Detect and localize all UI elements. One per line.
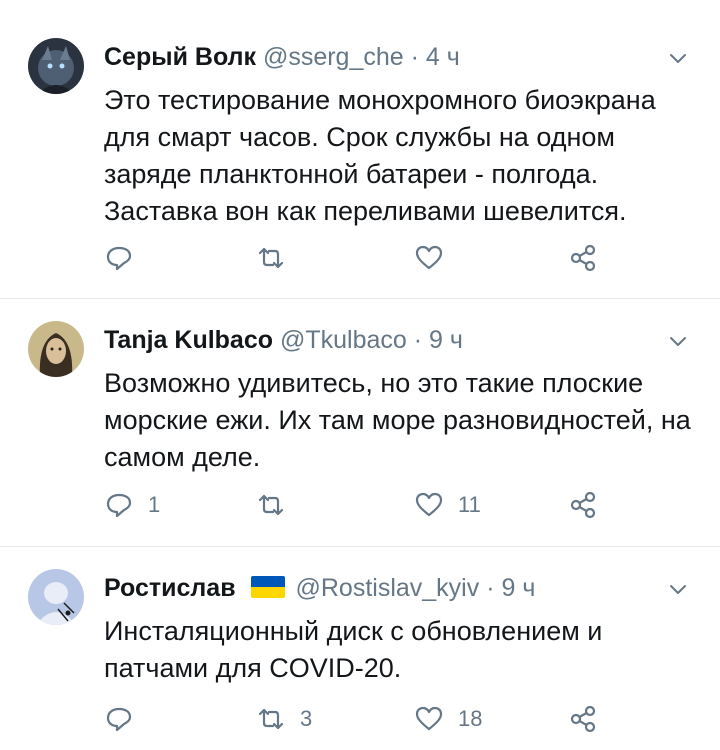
tweet-2[interactable]: Tanja Kulbaco @Tkulbaco · 9 ч Возможно у… [0, 299, 720, 545]
heart-icon [415, 706, 443, 731]
like-count: 18 [458, 706, 483, 731]
tweet-header: Ростислав @Rostislav_kyiv · 9 ч [104, 571, 660, 605]
author-handle[interactable]: @Tkulbaco [280, 326, 407, 354]
reply-count: 1 [148, 492, 161, 517]
reply-icon [106, 707, 132, 732]
chevron-down-icon[interactable] [666, 577, 690, 601]
retweet-button[interactable] [256, 487, 300, 523]
avatar[interactable] [28, 38, 84, 94]
retweet-button[interactable]: 3 [256, 701, 312, 737]
separator-dot: · [413, 326, 423, 354]
timestamp[interactable]: 4 ч [426, 43, 460, 71]
author-name[interactable]: Серый Волк [104, 43, 256, 71]
share-button[interactable] [568, 240, 598, 276]
tweet-header: Серый Волк @sserg_che · 4 ч [104, 40, 660, 74]
tweet-1[interactable]: Серый Волк @sserg_che · 4 ч Это тестиров… [0, 0, 720, 296]
reply-button[interactable] [104, 701, 148, 737]
retweet-button[interactable] [256, 240, 300, 276]
retweet-icon [258, 494, 284, 516]
reply-button[interactable] [104, 240, 148, 276]
ukraine-flag-icon [250, 576, 285, 598]
tweet-actions: 3 18 [104, 701, 624, 737]
tweet-3[interactable]: Ростислав @Rostislav_kyiv · 9 ч Инсталяц… [0, 547, 720, 750]
tweet-text: Инсталяционный диск с обновлением и патч… [104, 616, 603, 683]
retweet-count: 3 [300, 706, 313, 731]
like-button[interactable]: 11 [414, 487, 481, 523]
heart-icon [415, 245, 443, 270]
separator-dot: · [410, 43, 419, 71]
tweet-header: Tanja Kulbaco @Tkulbaco · 9 ч [104, 323, 660, 357]
like-button[interactable] [414, 240, 458, 276]
reply-icon [106, 493, 132, 518]
chevron-down-icon[interactable] [666, 46, 690, 70]
author-handle[interactable]: @sserg_che [263, 43, 404, 71]
author-name[interactable]: Ростислав [104, 574, 236, 602]
share-button[interactable] [568, 701, 598, 737]
avatar[interactable] [28, 569, 84, 625]
like-button[interactable]: 18 [414, 701, 482, 737]
timestamp[interactable]: 9 ч [501, 574, 535, 602]
heart-icon [415, 492, 443, 517]
like-count: 11 [458, 492, 481, 517]
share-icon [570, 244, 596, 272]
share-icon [570, 705, 596, 733]
tweet-text: Возможно удивитесь, но это такие плоские… [104, 368, 691, 472]
avatar[interactable] [28, 321, 84, 377]
timestamp[interactable]: 9 ч [429, 326, 463, 354]
retweet-icon [258, 247, 284, 269]
tweet-actions: 1 11 [104, 487, 624, 523]
author-name[interactable]: Tanja Kulbaco [104, 326, 273, 354]
reply-button[interactable]: 1 [104, 487, 160, 523]
author-handle[interactable]: @Rostislav_kyiv [295, 574, 479, 602]
chevron-down-icon[interactable] [666, 329, 690, 353]
separator-dot: · [486, 574, 495, 602]
share-icon [570, 491, 596, 519]
tweet-text: Это тестирование монохромного биоэкрана … [104, 85, 656, 226]
share-button[interactable] [568, 487, 598, 523]
retweet-icon [258, 708, 284, 730]
tweet-actions [104, 240, 624, 276]
reply-icon [106, 246, 132, 271]
